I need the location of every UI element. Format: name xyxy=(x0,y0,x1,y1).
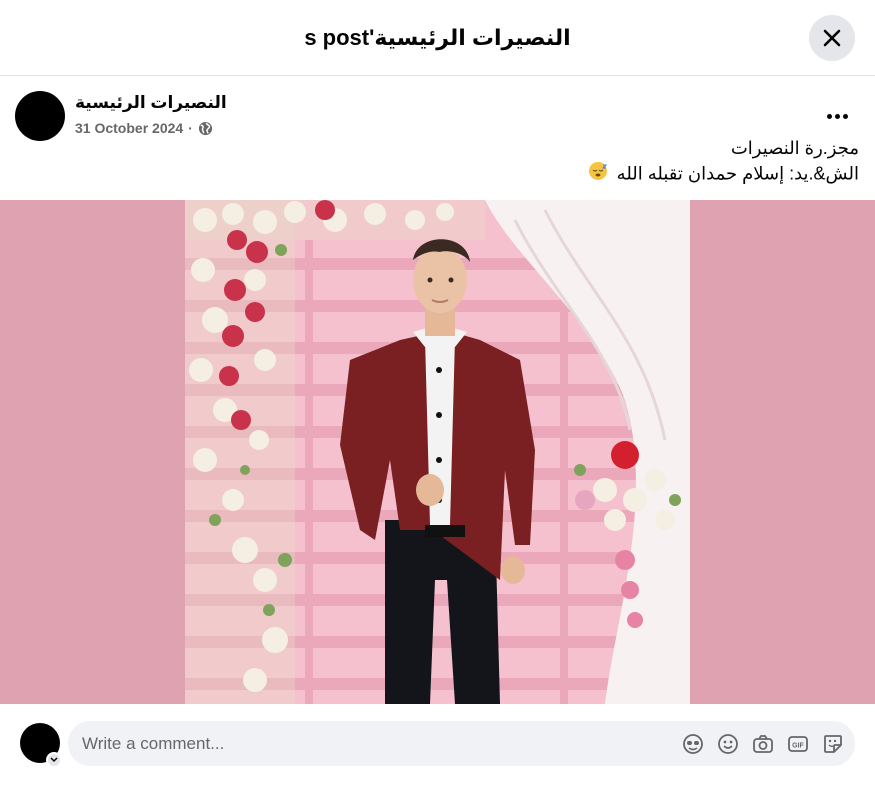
post-text-line-2-text: الش&.يد: إسلام حمدان تقبله الله xyxy=(616,163,859,184)
comment-bar: GIF xyxy=(0,704,875,788)
camera-icon[interactable] xyxy=(751,732,775,756)
svg-text:GIF: GIF xyxy=(792,743,804,750)
close-button[interactable] xyxy=(809,15,855,61)
comment-tools: GIF xyxy=(681,732,845,756)
post-photo-container[interactable] xyxy=(0,200,875,704)
more-options-button[interactable] xyxy=(819,98,855,134)
author-name[interactable]: النصيرات الرئيسية xyxy=(75,93,227,113)
dialog-header: النصيرات الرئيسية's post xyxy=(0,0,875,76)
sticker-icon[interactable] xyxy=(821,732,845,756)
author-avatar[interactable] xyxy=(15,91,65,141)
post-dialog: النصيرات الرئيسية's post النصيرات الرئيس… xyxy=(0,0,875,788)
post-text-line-1: مجز.رة النصيرات xyxy=(730,138,859,158)
comment-input[interactable] xyxy=(82,733,642,754)
post-header: النصيرات الرئيسية 31 October 2024 · xyxy=(0,76,875,141)
profile-switch-chevron-icon[interactable] xyxy=(46,752,62,768)
post-meta: 31 October 2024 · xyxy=(75,120,213,136)
more-dot xyxy=(834,113,840,119)
dialog-title: النصيرات الرئيسية's post xyxy=(304,24,571,50)
avatar-sticker-icon[interactable] xyxy=(681,732,705,756)
emoji-icon[interactable] xyxy=(716,732,740,756)
more-dot xyxy=(842,113,848,119)
post-text-line-2: الش&.يد: إسلام حمدان تقبله الله xyxy=(16,161,859,188)
close-icon xyxy=(823,29,841,47)
globe-icon[interactable] xyxy=(198,121,213,136)
gif-icon[interactable]: GIF xyxy=(786,732,810,756)
comment-box[interactable]: GIF xyxy=(68,721,855,766)
post-text: مجز.رة النصيرات الش&.يد: إسلام حمدان تقب… xyxy=(16,136,859,188)
post-date[interactable]: 31 October 2024 xyxy=(75,120,183,136)
meta-separator: · xyxy=(188,120,193,136)
more-dot xyxy=(826,113,832,119)
sleeping-face-icon xyxy=(588,161,608,188)
post-photo[interactable] xyxy=(185,200,690,704)
